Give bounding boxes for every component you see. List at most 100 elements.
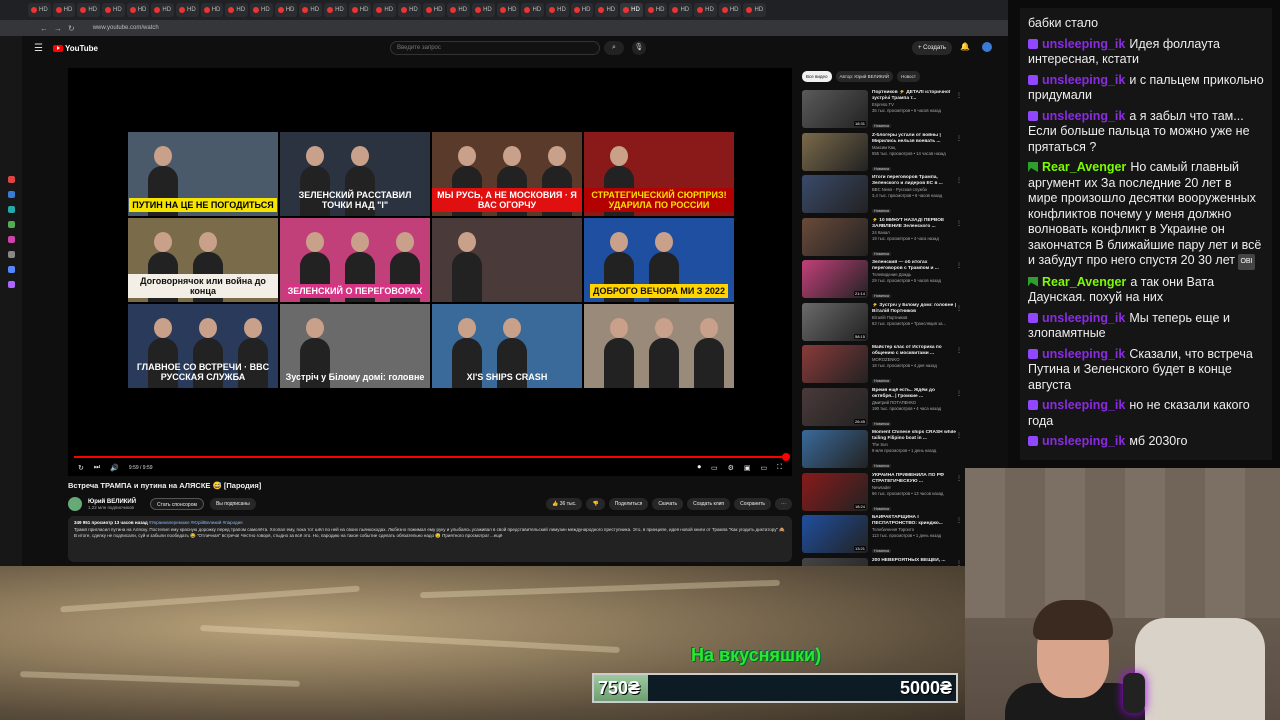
recommendation-thumbnail[interactable] <box>802 132 868 171</box>
browser-tab[interactable]: HD <box>250 3 273 17</box>
browser-tab[interactable]: HD <box>447 3 471 17</box>
recommendation-item[interactable]: 200 НЕВЕРОЯТНЫХ ВЕЩЕЙ, ... ⋮ <box>802 557 962 566</box>
browser-tab[interactable]: HD <box>200 3 224 17</box>
sidebar-app-icon[interactable] <box>7 236 15 243</box>
browser-tab[interactable]: HD <box>102 3 125 17</box>
more-options-icon[interactable]: ⋮ <box>956 517 962 524</box>
recommendation-item[interactable]: Итоги переговоров Трампа, Зеленского и л… <box>802 175 962 218</box>
more-options-icon[interactable]: ⋮ <box>956 432 962 439</box>
sidebar-app-icon[interactable] <box>7 281 15 288</box>
sidebar-app-icon[interactable] <box>7 251 15 258</box>
back-icon[interactable]: ← <box>40 24 48 33</box>
chat-username[interactable]: unsleeping_ik <box>1042 109 1125 123</box>
sidebar-app-icon[interactable] <box>7 206 15 213</box>
replay-icon[interactable]: ↻ <box>78 464 84 472</box>
create-button[interactable]: + Создать <box>912 41 952 55</box>
browser-tab[interactable]: HD <box>422 3 446 17</box>
volume-icon[interactable]: 🔊 <box>110 464 119 472</box>
browser-tab[interactable]: HD <box>348 3 372 17</box>
subscribed-button[interactable]: Вы подписаны <box>209 498 256 510</box>
browser-tab[interactable]: HD <box>521 3 545 17</box>
account-avatar[interactable] <box>982 42 992 52</box>
end-screen-video[interactable]: ЗЕЛЕНСКИЙ О ПЕРЕГОВОРАХ <box>280 218 430 302</box>
browser-tab[interactable]: HD <box>126 3 150 17</box>
filter-chip[interactable]: Автор: Юрий ВЕЛИКИЙ <box>835 71 893 82</box>
next-icon[interactable]: ⏭ <box>94 464 100 472</box>
recommendation-item[interactable]: 26:45 Время ещё есть.. Ждём до октября.. … <box>802 387 962 431</box>
browser-tab[interactable]: HD <box>176 3 199 17</box>
browser-tab[interactable]: HD <box>669 3 693 17</box>
recommendation-item[interactable]: 18:24 УКРАИНА ПРИМЕНИЛА ПО РФ СТРАТЕГИЧЕС… <box>802 472 962 516</box>
channel-avatar[interactable] <box>68 497 82 511</box>
recommendation-item[interactable]: 58:15 ⚡ Зустріч у Білому домі: головне | … <box>802 302 962 346</box>
recommendation-thumbnail[interactable] <box>802 217 868 256</box>
browser-tab[interactable]: HD <box>644 3 668 17</box>
chat-username[interactable]: Rear_Avenger <box>1042 275 1126 289</box>
forward-icon[interactable]: → <box>54 24 62 33</box>
microphone-icon[interactable]: 🎙 <box>632 41 646 55</box>
more-options-icon[interactable]: ⋮ <box>956 177 962 184</box>
chat-username[interactable]: unsleeping_ik <box>1042 398 1125 412</box>
browser-tab[interactable]: HD <box>743 3 767 17</box>
search-input[interactable]: Введите запрос <box>390 41 600 55</box>
browser-tab[interactable]: HD <box>373 3 397 17</box>
recommendation-thumbnail[interactable]: 26:45 <box>802 387 868 426</box>
browser-tab[interactable]: HD <box>570 3 594 17</box>
more-options-icon[interactable]: ⋮ <box>956 135 962 142</box>
video-action-button[interactable]: ⋯ <box>775 498 792 510</box>
browser-tab[interactable]: HD <box>398 3 421 17</box>
browser-tab[interactable]: HD <box>299 3 323 17</box>
bell-icon[interactable]: 🔔 <box>960 42 970 51</box>
chat-username[interactable]: unsleeping_ik <box>1042 73 1125 87</box>
recommendation-item[interactable]: 21:14 Зеленский — об итогах переговоров с… <box>802 260 962 303</box>
browser-tab[interactable]: HD <box>620 3 643 17</box>
end-screen-video[interactable]: Договорнячок или война до конца <box>128 218 278 302</box>
end-screen-video[interactable]: СТРАТЕГИЧЕСКИЙ СЮРПРИЗ! УДАРИЛА ПО РОССИ… <box>584 132 734 216</box>
end-screen-video[interactable]: XI'S SHIPS CRASH <box>432 304 582 388</box>
end-screen-video[interactable]: ГЛАВНОЕ СО ВСТРЕЧИ · BBC РУССКАЯ СЛУЖБА <box>128 304 278 388</box>
more-options-icon[interactable]: ⋮ <box>956 92 962 99</box>
browser-tab[interactable]: HD <box>151 3 175 17</box>
browser-tab[interactable]: HD <box>694 3 717 17</box>
more-options-icon[interactable]: ⋮ <box>956 390 962 397</box>
end-screen-video[interactable]: Зустріч у Білому домі: головне <box>280 304 430 388</box>
browser-tab[interactable]: HD <box>274 3 298 17</box>
miniplayer-icon[interactable]: ▣ <box>744 464 751 472</box>
end-screen-video[interactable]: МЫ РУСЬ, А НЕ МОСКОВИЯ · Я ВАС ОГОРЧУ <box>432 132 582 216</box>
sidebar-app-icon[interactable] <box>7 176 15 183</box>
sidebar-app-icon[interactable] <box>7 191 15 198</box>
fullscreen-icon[interactable]: ⛶ <box>777 464 782 472</box>
video-action-button[interactable]: Поделиться <box>608 498 649 510</box>
recommendation-thumbnail[interactable] <box>802 557 868 566</box>
recommendation-thumbnail[interactable]: 18:31 <box>802 90 868 128</box>
recommendation-item[interactable]: 13:21 БАЙРАКТАРЩИНА І ПЕСПАТРОНСТВО: крин… <box>802 515 962 558</box>
browser-tab[interactable]: HD <box>28 3 51 17</box>
recommendation-item[interactable]: Moment Chinese ships CRASH while tailing… <box>802 430 962 473</box>
progress-bar[interactable] <box>74 456 786 458</box>
browser-tab[interactable]: HD <box>77 3 101 17</box>
browser-tab[interactable]: HD <box>496 3 520 17</box>
sidebar-app-icon[interactable] <box>7 266 15 273</box>
recommendation-thumbnail[interactable]: 58:15 <box>802 302 868 341</box>
end-screen-video[interactable]: ПУТИН НА ЦЕ НЕ ПОГОДИТЬСЯ <box>128 132 278 216</box>
search-icon[interactable]: ⌕ <box>604 41 624 55</box>
recommendation-thumbnail[interactable]: 18:24 <box>802 472 868 511</box>
more-options-icon[interactable]: ⋮ <box>956 347 962 354</box>
recommendation-item[interactable]: Майстер клас от Историка по общению с мо… <box>802 345 962 388</box>
browser-tab[interactable]: HD <box>595 3 619 17</box>
video-player[interactable]: ПУТИН НА ЦЕ НЕ ПОГОДИТЬСЯ ЗЕЛЕНСКИЙ РАССТ… <box>68 68 792 476</box>
youtube-logo[interactable]: YouTube <box>52 44 98 53</box>
recommendation-thumbnail[interactable] <box>802 175 868 213</box>
recommendation-item[interactable]: ⚡ 10 МИНУТ НАЗАД! ПЕРВОЕ ЗАЯВЛЕНИЕ Зелен… <box>802 217 962 261</box>
end-screen-video[interactable] <box>584 304 734 388</box>
video-action-button[interactable]: Создать клип <box>687 498 731 510</box>
chat-username[interactable]: unsleeping_ik <box>1042 37 1125 51</box>
chat-username[interactable]: unsleeping_ik <box>1042 311 1125 325</box>
video-action-button[interactable]: Скачать <box>652 498 684 510</box>
browser-tab[interactable]: HD <box>472 3 495 17</box>
theater-icon[interactable]: ▭ <box>760 464 767 472</box>
more-options-icon[interactable]: ⋮ <box>956 220 962 227</box>
more-options-icon[interactable]: ⋮ <box>956 475 962 482</box>
menu-icon[interactable]: ☰ <box>34 43 43 54</box>
chat-username[interactable]: Rear_Avenger <box>1042 160 1126 174</box>
